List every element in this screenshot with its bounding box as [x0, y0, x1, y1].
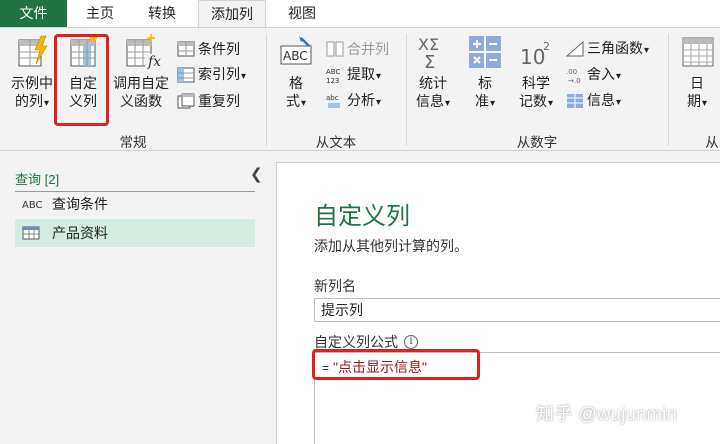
tab-home[interactable]: 主页 — [73, 0, 127, 27]
statistics-label-2: 信息 — [410, 92, 456, 113]
table-icon — [22, 226, 44, 240]
custom-column-highlight — [54, 34, 109, 126]
extract-abc123-icon: ABC123 — [326, 68, 340, 84]
queries-header[interactable]: 查询 [2] — [15, 169, 255, 192]
trigonometry-label: 三角函数 — [587, 37, 649, 62]
extract-label: 提取 — [347, 63, 381, 88]
scientific-10-squared-icon: 10 2 — [520, 40, 550, 69]
group-label-general: 常规 — [119, 135, 147, 150]
conditional-column-label: 条件列 — [198, 41, 240, 57]
collapse-chevron-icon[interactable]: ❮ — [250, 165, 263, 183]
rounding-icon: .00→.0 — [566, 68, 581, 84]
index-column-button[interactable]: 索引列 — [177, 63, 246, 87]
format-label-2: 式 — [273, 92, 319, 113]
ribbon: 示例中 的列 自定 义列 fx 调用自定 义函 — [0, 27, 720, 151]
group-label-from-text: 从文本 — [315, 135, 357, 150]
merge-columns-button[interactable]: 合并列 — [326, 37, 389, 61]
index-column-icon — [177, 67, 195, 83]
group-label-from-date: 从 — [705, 135, 719, 150]
svg-text:abc: abc — [326, 94, 339, 102]
invoke-custom-function-button[interactable]: fx 调用自定 义函数 — [108, 34, 174, 110]
calendar-icon — [682, 37, 714, 67]
invoke-function-label-2: 义函数 — [120, 93, 162, 109]
rounding-button[interactable]: .00 →.0 舍入 — [566, 63, 621, 87]
information-label: 信息 — [587, 89, 621, 114]
date-label-2: 期 — [674, 92, 720, 113]
group-label-from-number: 从数字 — [516, 135, 558, 150]
svg-text:fx: fx — [147, 54, 161, 70]
index-column-label: 索引列 — [198, 63, 246, 88]
query-item-label: 产品资料 — [52, 225, 108, 241]
column-from-examples-button[interactable]: 示例中 的列 — [6, 34, 58, 113]
duplicate-column-label: 重复列 — [198, 93, 240, 109]
column-from-examples-icon — [18, 35, 48, 67]
parse-label: 分析 — [347, 89, 381, 114]
date-button[interactable]: 日 期 — [674, 34, 720, 113]
trigonometry-button[interactable]: 三角函数 — [566, 37, 649, 61]
query-item[interactable]: ABC 查询条件 — [15, 190, 255, 218]
parse-button[interactable]: abc 分析 — [326, 89, 381, 113]
scientific-label-1: 科学 — [522, 75, 550, 91]
tab-file[interactable]: 文件 — [0, 0, 67, 27]
info-icon[interactable]: i — [404, 335, 418, 349]
svg-text:ABC: ABC — [22, 200, 42, 211]
format-abc-icon: ABC — [280, 36, 312, 65]
statistics-label-1: 统计 — [419, 75, 447, 91]
scientific-button[interactable]: 10 2 科学 记数 — [512, 34, 560, 113]
column-from-examples-label-2: 的列 — [6, 92, 58, 113]
triangle-icon — [566, 41, 584, 57]
svg-text:123: 123 — [326, 77, 339, 84]
statistics-button[interactable]: XΣ Σ 统计 信息 — [410, 34, 456, 113]
merge-columns-icon — [326, 41, 344, 57]
svg-text:→.0: →.0 — [568, 77, 581, 84]
new-column-name-label: 新列名 — [314, 278, 356, 294]
column-from-examples-label-1: 示例中 — [11, 75, 53, 91]
group-separator — [406, 34, 407, 146]
query-item-label: 查询条件 — [52, 196, 108, 212]
standard-label-1: 标 — [478, 75, 492, 91]
standard-button[interactable]: 标 准 — [462, 34, 508, 113]
standard-label-2: 准 — [462, 92, 508, 113]
information-button[interactable]: 信息 — [566, 89, 621, 113]
rounding-label: 舍入 — [587, 63, 621, 88]
svg-text:2: 2 — [543, 40, 550, 53]
svg-text:.00: .00 — [566, 68, 577, 76]
merge-columns-label: 合并列 — [347, 41, 389, 57]
group-separator — [668, 34, 669, 146]
tab-transform[interactable]: 转换 — [132, 0, 192, 27]
parse-icon: abc — [326, 94, 340, 108]
sigma-statistics-icon: XΣ Σ — [418, 35, 439, 70]
duplicate-column-icon — [177, 93, 195, 109]
scientific-label-2: 记数 — [512, 92, 560, 113]
abc-text-icon: ABC — [22, 197, 44, 211]
new-column-name-input[interactable]: 提示列 — [314, 298, 720, 322]
svg-text:10: 10 — [520, 45, 545, 69]
formula-highlight — [312, 349, 480, 380]
svg-text:ABC: ABC — [326, 68, 340, 76]
tab-view[interactable]: 视图 — [272, 0, 332, 27]
dialog-description: 添加从其他列计算的列。 — [314, 238, 468, 254]
tab-add-column[interactable]: 添加列 — [198, 0, 266, 28]
format-label-1: 格 — [289, 75, 303, 91]
date-label-1: 日 — [690, 75, 704, 91]
duplicate-column-button[interactable]: 重复列 — [177, 89, 240, 113]
invoke-function-icon: fx — [126, 34, 161, 70]
group-separator — [266, 34, 267, 146]
watermark: 知乎 @wujunmin — [536, 404, 678, 424]
extract-button[interactable]: ABC 123 提取 — [326, 63, 381, 87]
conditional-column-button[interactable]: 条件列 — [177, 37, 240, 61]
svg-text:ABC: ABC — [283, 49, 308, 63]
conditional-column-icon — [177, 41, 195, 57]
format-button[interactable]: ABC 格 式 — [273, 34, 319, 113]
dialog-title: 自定义列 — [314, 203, 410, 230]
information-icon — [567, 94, 583, 108]
standard-operators-icon — [469, 36, 501, 68]
queries-pane: 查询 [2] ❮ ABC 查询条件 产品资料 — [0, 152, 276, 444]
invoke-function-label-1: 调用自定 — [113, 75, 169, 91]
ribbon-tab-bar: 文件 主页 转换 添加列 视图 — [0, 0, 720, 28]
svg-text:Σ: Σ — [424, 52, 435, 70]
query-item-selected[interactable]: 产品资料 — [15, 219, 255, 247]
